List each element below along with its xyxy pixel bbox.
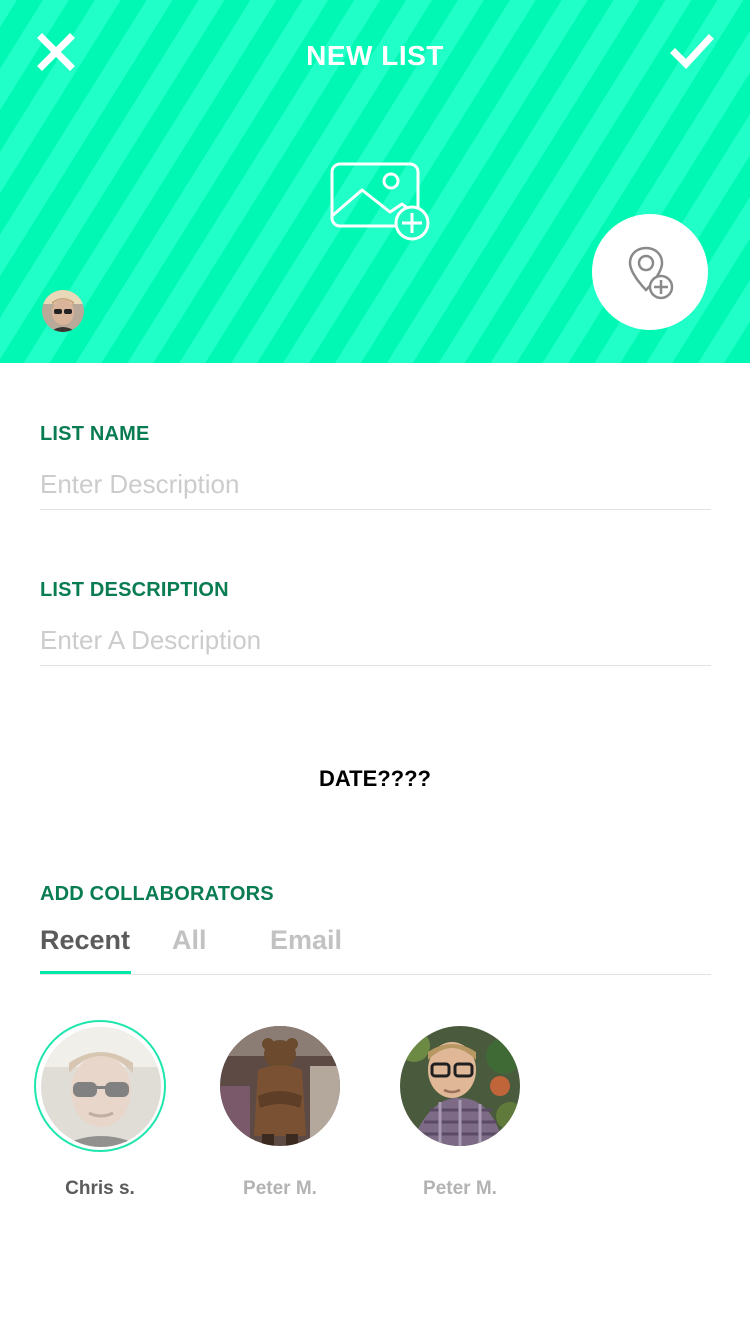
tab-email[interactable]: Email [270, 925, 342, 975]
add-location-button[interactable] [592, 214, 708, 330]
tab-all[interactable]: All [172, 925, 207, 975]
avatar [41, 1027, 161, 1147]
avatar [220, 1026, 340, 1146]
collaborator-tabs: Recent All Email [40, 925, 711, 975]
collaborator-item[interactable]: Peter M. [390, 1020, 530, 1200]
date-field[interactable]: DATE???? [0, 766, 750, 792]
add-collaborators-heading: ADD COLLABORATORS [40, 883, 274, 905]
header-banner: NEW LIST [0, 0, 750, 363]
location-pin-add-icon [628, 246, 674, 300]
collaborator-avatar-ring [34, 1020, 166, 1152]
collaborator-name: Chris s. [65, 1178, 135, 1199]
checkmark-icon [670, 34, 714, 70]
list-name-input[interactable] [40, 460, 711, 510]
confirm-button[interactable] [670, 32, 714, 72]
collaborator-name: Peter M. [243, 1178, 317, 1199]
collaborator-avatar-ring [394, 1020, 526, 1152]
add-cover-image-button[interactable] [328, 160, 434, 242]
collaborator-item[interactable]: Peter M. [210, 1020, 350, 1200]
owner-avatar [42, 290, 84, 332]
collaborator-item[interactable]: Chris s. [30, 1020, 170, 1200]
page-title: NEW LIST [306, 40, 444, 71]
avatar [400, 1026, 520, 1146]
list-description-label: LIST DESCRIPTION [40, 579, 229, 601]
list-description-input[interactable] [40, 616, 711, 666]
image-add-icon [330, 162, 430, 241]
active-tab-indicator [40, 971, 131, 974]
tab-recent[interactable]: Recent [40, 925, 130, 975]
collaborator-name: Peter M. [423, 1178, 497, 1199]
list-name-label: LIST NAME [40, 423, 150, 445]
collaborator-avatar-ring [214, 1020, 346, 1152]
